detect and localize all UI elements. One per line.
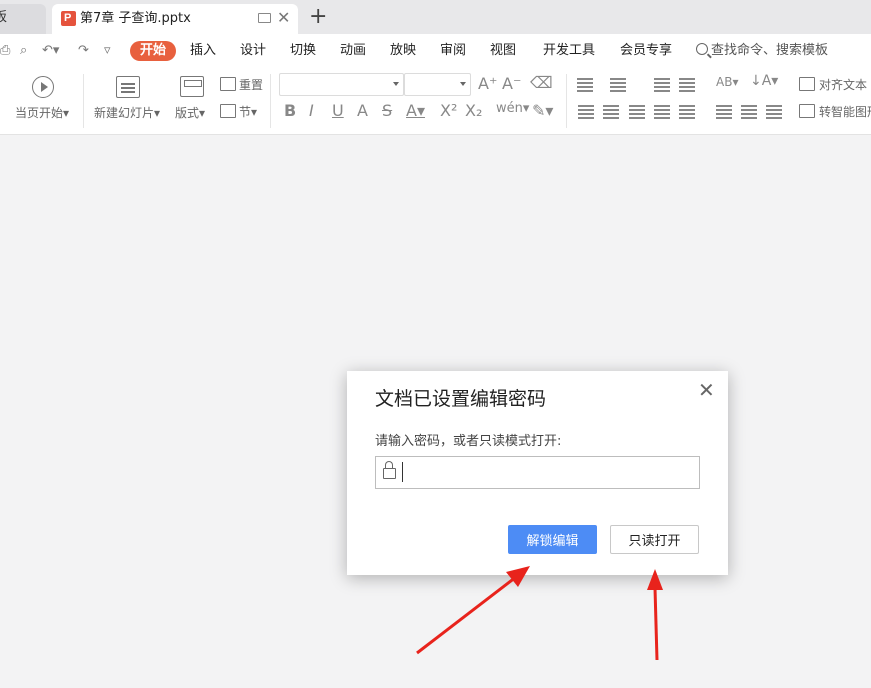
chevron-down-icon xyxy=(393,82,399,86)
justify-icon[interactable] xyxy=(654,105,670,117)
column-spacing-icon[interactable] xyxy=(766,105,782,117)
line-spacing-icon[interactable] xyxy=(716,105,732,117)
bold-icon[interactable]: B xyxy=(284,101,296,120)
increase-font-icon[interactable]: A⁺ xyxy=(478,74,497,93)
decrease-indent-icon[interactable] xyxy=(654,78,670,90)
menu-item-member[interactable]: 会员专享 xyxy=(620,34,672,68)
chevron-down-icon xyxy=(460,82,466,86)
lock-icon xyxy=(383,461,396,479)
font-color-icon[interactable]: A▾ xyxy=(406,101,425,120)
arrow-to-readonly-button xyxy=(647,569,663,661)
password-input[interactable] xyxy=(402,462,693,482)
ribbon-divider xyxy=(566,74,567,128)
menu-item-transitions[interactable]: 切换 xyxy=(290,34,316,68)
print-preview-icon[interactable]: ⌕ xyxy=(20,43,27,58)
close-icon[interactable]: ✕ xyxy=(698,379,715,401)
menu-bar: ⎙ ⌕ ↶▾ ↷ ▿ 开始 插入 设计 切换 动画 放映 审阅 视图 开发工具 … xyxy=(0,34,871,69)
reset-icon[interactable] xyxy=(220,77,236,91)
italic-icon[interactable]: I xyxy=(309,101,314,120)
decrease-font-icon[interactable]: A⁻ xyxy=(502,74,521,93)
dialog-prompt: 请输入密码，或者只读模式打开: xyxy=(375,434,562,449)
edit-password-dialog: 文档已设置编辑密码 ✕ 请输入密码，或者只读模式打开: 解锁编辑 只读打开 xyxy=(347,371,728,575)
clear-format-icon[interactable]: ⌫ xyxy=(530,73,553,92)
menu-item-animations[interactable]: 动画 xyxy=(340,34,366,68)
numbered-list-icon[interactable] xyxy=(610,78,626,90)
new-slide-button[interactable]: 新建幻灯片▾ xyxy=(94,104,160,121)
phonetic-guide-icon[interactable]: wén▾ xyxy=(496,101,529,116)
pptx-file-icon xyxy=(61,11,76,26)
tab-previous-document[interactable]: 板 xyxy=(0,4,46,34)
tab-window-icon[interactable] xyxy=(258,13,271,23)
align-center-icon[interactable] xyxy=(603,105,619,117)
search-icon xyxy=(696,43,708,55)
ribbon-divider xyxy=(83,74,84,128)
menu-item-slideshow[interactable]: 放映 xyxy=(390,34,416,68)
tab-previous-label: 板 xyxy=(0,10,8,25)
align-left-icon[interactable] xyxy=(578,105,594,117)
text-direction-icon[interactable]: AB▾ xyxy=(716,75,738,89)
paragraph-spacing-icon[interactable] xyxy=(741,105,757,117)
new-slide-label: 新建幻灯片 xyxy=(94,106,155,120)
play-from-current-button[interactable]: 当页开始▾ xyxy=(15,104,69,121)
section-label: 节 xyxy=(239,105,252,119)
superscript-icon[interactable]: X² xyxy=(440,101,457,120)
password-field[interactable] xyxy=(375,456,700,489)
distribute-icon[interactable] xyxy=(679,105,695,117)
reset-button[interactable]: 重置 xyxy=(239,76,263,93)
smart-convert-button[interactable]: 转智能图形 xyxy=(819,103,871,120)
play-from-current-icon[interactable] xyxy=(32,76,54,98)
customize-toolbar-icon[interactable]: ▿ xyxy=(104,43,111,58)
underline-icon[interactable]: U xyxy=(332,101,344,120)
strikethrough-icon[interactable]: S xyxy=(382,101,392,120)
redo-icon[interactable]: ↷ xyxy=(78,43,89,58)
tab-active-document[interactable]: 第7章 子查询.pptx ✕ xyxy=(52,4,298,34)
align-right-icon[interactable] xyxy=(629,105,645,117)
menu-item-insert[interactable]: 插入 xyxy=(190,34,216,68)
tab-close-icon[interactable]: ✕ xyxy=(277,8,290,28)
arrow-to-unlock-button xyxy=(416,566,530,655)
new-slide-icon[interactable] xyxy=(116,76,140,98)
bullet-list-icon[interactable] xyxy=(577,78,593,90)
align-text-button[interactable]: 对齐文本 xyxy=(819,76,867,93)
smart-art-icon[interactable] xyxy=(799,104,815,118)
sort-icon[interactable]: ↓A▾ xyxy=(750,73,778,89)
increase-indent-icon[interactable] xyxy=(679,78,695,90)
highlight-icon[interactable]: ✎▾ xyxy=(532,101,553,120)
menu-item-home[interactable]: 开始 xyxy=(130,41,177,61)
ribbon-home: 当页开始▾ 新建幻灯片▾ 版式▾ 重置 节▾ A⁺ A⁻ ⌫ B I U A S… xyxy=(0,68,871,135)
play-from-current-label: 当页开始 xyxy=(15,106,64,120)
font-family-select[interactable] xyxy=(279,73,404,96)
undo-icon[interactable]: ↶▾ xyxy=(42,43,59,58)
print-icon[interactable]: ⎙ xyxy=(0,43,10,58)
section-icon[interactable] xyxy=(220,104,236,118)
layout-icon[interactable] xyxy=(180,76,204,97)
align-text-icon[interactable] xyxy=(799,77,815,91)
menu-item-view[interactable]: 视图 xyxy=(490,34,516,68)
subscript-icon[interactable]: X₂ xyxy=(465,101,482,120)
command-search-label: 查找命令、搜索模板 xyxy=(711,43,829,58)
new-tab-plus-icon[interactable]: + xyxy=(309,2,327,32)
tab-bar: 板 第7章 子查询.pptx ✕ + xyxy=(0,0,871,34)
layout-button[interactable]: 版式▾ xyxy=(175,104,205,121)
readonly-open-button[interactable]: 只读打开 xyxy=(610,525,699,554)
section-button[interactable]: 节▾ xyxy=(239,103,257,120)
menu-item-review[interactable]: 审阅 xyxy=(440,34,466,68)
unlock-edit-button[interactable]: 解锁编辑 xyxy=(508,525,597,554)
layout-label: 版式 xyxy=(175,106,200,120)
menu-item-design[interactable]: 设计 xyxy=(240,34,266,68)
ribbon-divider xyxy=(270,74,271,128)
command-search[interactable]: 查找命令、搜索模板 xyxy=(696,34,828,68)
shadow-text-icon[interactable]: A xyxy=(357,101,368,120)
menu-item-developer[interactable]: 开发工具 xyxy=(543,34,595,68)
tab-title: 第7章 子查询.pptx xyxy=(80,11,191,26)
font-size-select[interactable] xyxy=(404,73,471,96)
dialog-title: 文档已设置编辑密码 xyxy=(375,388,547,410)
